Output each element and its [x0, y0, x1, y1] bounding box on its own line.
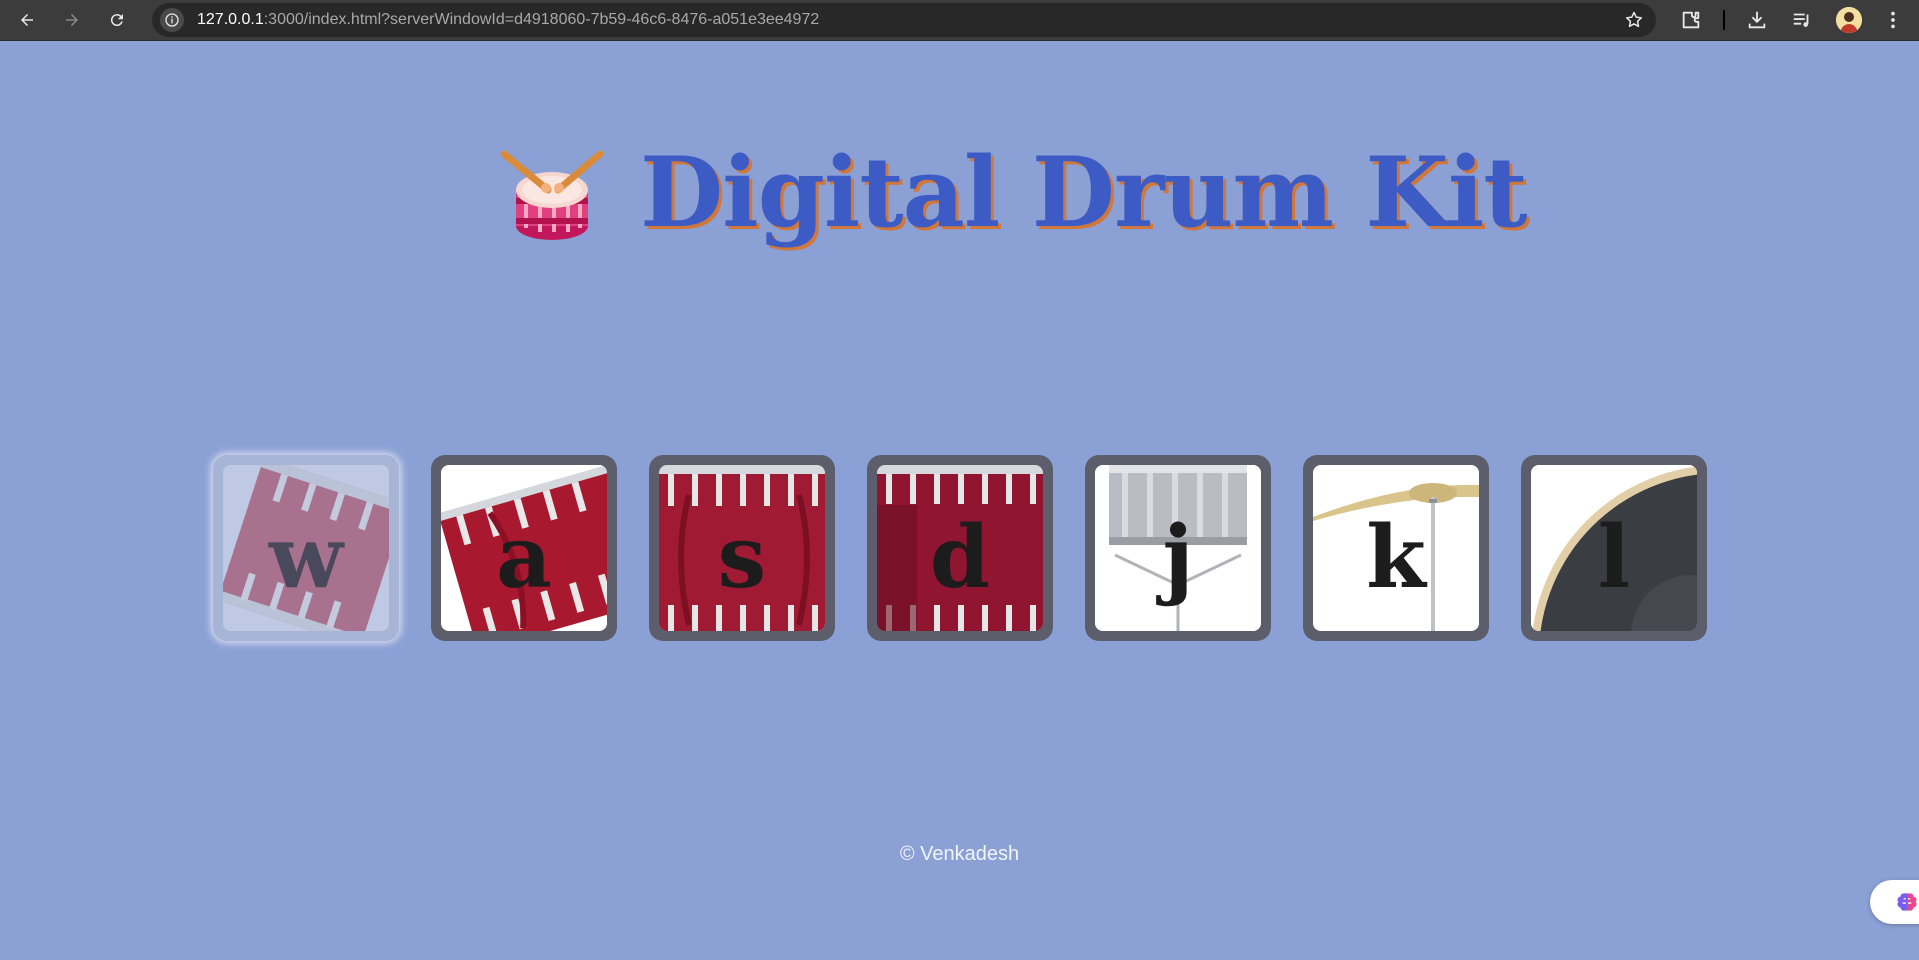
key-letter: a [496, 507, 552, 608]
drum-key-s[interactable]: s [649, 455, 835, 641]
more-vert-icon [1891, 11, 1895, 29]
arrow-left-icon [21, 14, 33, 26]
drum-key-a[interactable]: a [431, 455, 617, 641]
floating-assistant-button[interactable] [1870, 880, 1919, 924]
drum-key-l[interactable]: l [1521, 455, 1707, 641]
extensions-icon [1682, 11, 1700, 29]
star-icon[interactable] [1624, 10, 1644, 30]
menu-button[interactable] [1882, 9, 1904, 31]
drum-key-d[interactable]: d [867, 455, 1053, 641]
key-letter: d [929, 507, 991, 608]
key-letter: k [1366, 507, 1426, 608]
drum-key-j[interactable]: j [1085, 455, 1271, 641]
url-path: :3000/index.html?serverWindowId=d4918060… [263, 11, 820, 28]
header: Digital Drum Kit [0, 130, 1919, 250]
site-info-button[interactable] [160, 8, 184, 32]
key-letter: l [1597, 507, 1631, 608]
footer-credit: © Venkadesh [899, 843, 1020, 865]
reading-list-icon [1793, 13, 1809, 27]
forward-button[interactable] [58, 6, 86, 34]
url-host: 127.0.0.1 [197, 11, 264, 28]
toolbar-divider [1723, 10, 1725, 30]
download-icon [1748, 11, 1766, 29]
drum-key-k[interactable]: k [1303, 455, 1489, 641]
url-text[interactable]: 127.0.0.1:3000/index.html?serverWindowId… [197, 3, 819, 37]
key-letter: w [268, 507, 344, 608]
drum-icon [500, 150, 604, 240]
address-bar[interactable]: 127.0.0.1:3000/index.html?serverWindowId… [152, 3, 1656, 37]
key-letter: s [717, 507, 767, 608]
back-button[interactable] [13, 6, 41, 34]
drum-pads: w a s d j k l [213, 455, 1707, 641]
reload-button[interactable] [103, 6, 131, 34]
browser-toolbar: 127.0.0.1:3000/index.html?serverWindowId… [0, 0, 1919, 41]
brain-icon [1897, 893, 1917, 911]
extensions-button[interactable] [1680, 9, 1702, 31]
reading-list-button[interactable] [1791, 9, 1813, 31]
key-letter: j [1162, 507, 1194, 608]
avatar-icon [1836, 7, 1862, 33]
arrow-right-icon [66, 14, 78, 26]
profile-avatar[interactable] [1836, 7, 1862, 33]
downloads-button[interactable] [1746, 9, 1768, 31]
info-icon [165, 13, 179, 27]
reload-icon [110, 14, 123, 27]
drum-key-w[interactable]: w [213, 455, 399, 641]
page-title: Digital Drum Kit [640, 136, 1528, 249]
